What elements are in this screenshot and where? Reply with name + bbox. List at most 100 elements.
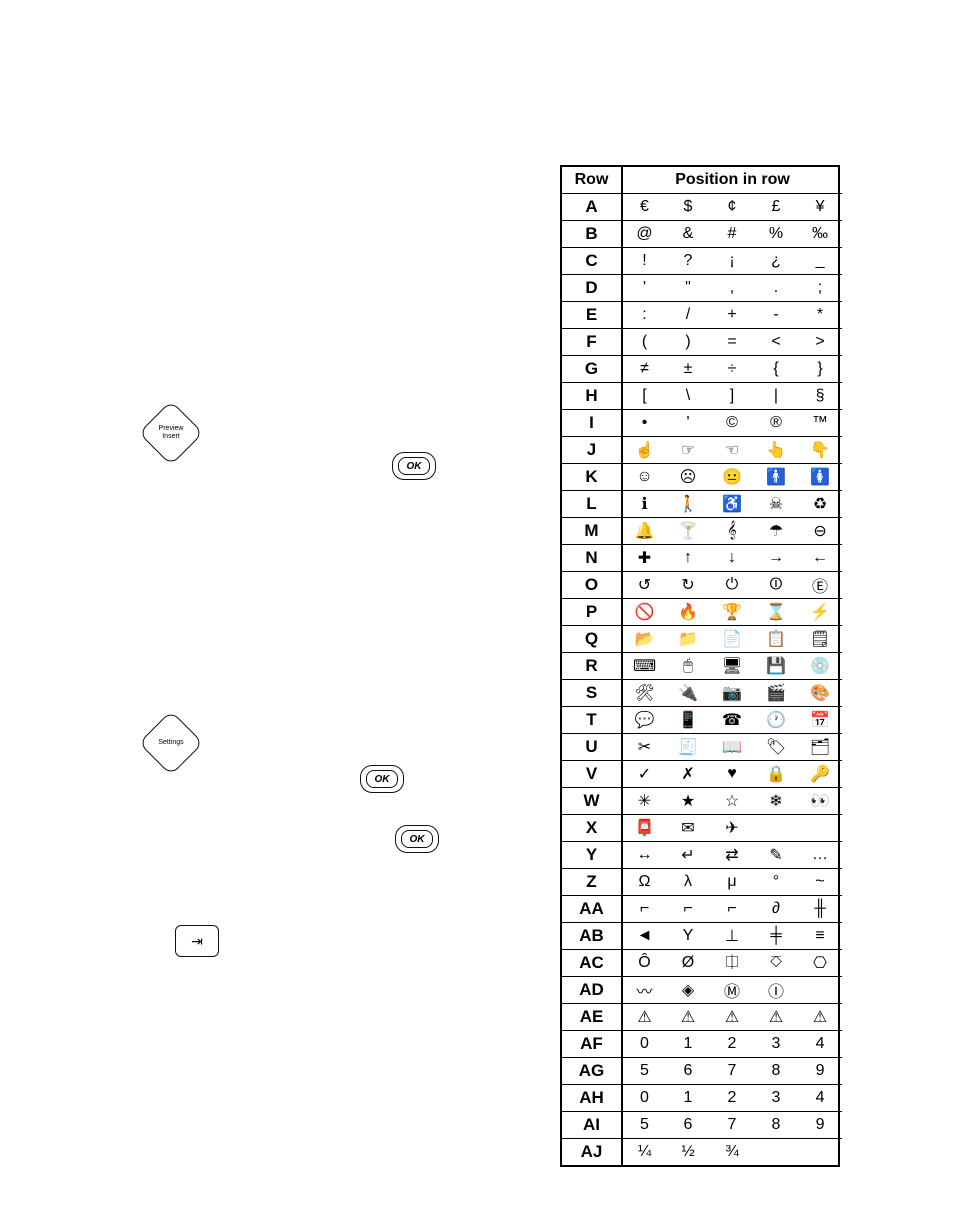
symbol-cell: 🗒	[798, 626, 842, 653]
symbol-cell: Y	[666, 923, 710, 950]
symbol-cell: ⌛	[754, 599, 798, 626]
symbol-cell: ↵	[666, 842, 710, 869]
symbol-cell: ¡	[710, 248, 754, 275]
row-label: M	[562, 518, 622, 545]
symbol-cell: °	[754, 869, 798, 896]
symbol-cell: 😐	[710, 464, 754, 491]
table-row: AA⌐⌐⌐∂╫	[562, 896, 842, 923]
ok-key-3[interactable]: OK	[395, 825, 439, 853]
ok-label-2: OK	[366, 770, 398, 788]
symbol-cell: <	[754, 329, 798, 356]
symbol-cell: ✈	[710, 815, 754, 842]
symbol-cell: =	[710, 329, 754, 356]
symbol-cell: .	[754, 275, 798, 302]
symbol-cell: ©	[710, 410, 754, 437]
symbol-cell: 🏆	[710, 599, 754, 626]
symbol-cell: 📂	[622, 626, 666, 653]
symbol-cell: 📮	[622, 815, 666, 842]
row-label: AJ	[562, 1139, 622, 1166]
symbol-cell: 8	[754, 1058, 798, 1085]
symbol-cell: ⎅	[710, 950, 754, 977]
symbol-cell: ☠	[754, 491, 798, 518]
symbol-cell: 2	[710, 1031, 754, 1058]
symbol-cell: 🚶	[666, 491, 710, 518]
symbol-cell: ¢	[710, 194, 754, 221]
symbol-cell	[798, 1139, 842, 1166]
table-row: N✚↑↓→←	[562, 545, 842, 572]
row-label: AI	[562, 1112, 622, 1139]
insert-label: Insert	[162, 433, 180, 441]
symbol-cell: ⊖	[798, 518, 842, 545]
symbol-cell: 🚹	[754, 464, 798, 491]
symbol-cell: )	[666, 329, 710, 356]
symbol-cell	[798, 815, 842, 842]
symbol-cell: ★	[666, 788, 710, 815]
symbol-cell: §	[798, 383, 842, 410]
symbol-cell: ☂	[754, 518, 798, 545]
row-label: O	[562, 572, 622, 599]
symbol-cell: :	[622, 302, 666, 329]
ok-key-1[interactable]: OK	[392, 452, 436, 480]
symbol-cell: 📱	[666, 707, 710, 734]
symbol-cell: ⌐	[710, 896, 754, 923]
row-label: W	[562, 788, 622, 815]
tab-key[interactable]: ⇥	[175, 925, 219, 957]
symbol-cell: %	[754, 221, 798, 248]
preview-label: Preview	[159, 425, 184, 433]
table-row: E:/+-*	[562, 302, 842, 329]
symbol-cell: ≡	[798, 923, 842, 950]
symbol-cell: ?	[666, 248, 710, 275]
symbol-cell: ✗	[666, 761, 710, 788]
ok-key-2[interactable]: OK	[360, 765, 404, 793]
symbol-cell: &	[666, 221, 710, 248]
symbol-cell: Ø	[666, 950, 710, 977]
row-label: Z	[562, 869, 622, 896]
symbol-cell: ☆	[710, 788, 754, 815]
settings-key[interactable]: Settings	[138, 710, 203, 775]
symbol-cell: ↺	[622, 572, 666, 599]
table-row: O↺↻⏻⏼Ⓔ	[562, 572, 842, 599]
symbol-cell: 7	[710, 1058, 754, 1085]
symbol-cell: …	[798, 842, 842, 869]
symbol-cell: 📋	[754, 626, 798, 653]
row-label: S	[562, 680, 622, 707]
symbol-cell: ☝	[622, 437, 666, 464]
symbol-cell: 8	[754, 1112, 798, 1139]
table-row: D'",.;	[562, 275, 842, 302]
symbol-cell: |	[754, 383, 798, 410]
symbol-cell: 0	[622, 1085, 666, 1112]
row-label: N	[562, 545, 622, 572]
table-row: AF01234	[562, 1031, 842, 1058]
symbol-cell: 👆	[754, 437, 798, 464]
table-row: AB◄Y⊥╪≡	[562, 923, 842, 950]
table-row: T💬📱☎🕐📅	[562, 707, 842, 734]
symbol-table: Row Position in row A€$¢£¥B@&#%‰C!?¡¿_D'…	[560, 165, 840, 1167]
symbol-cell: 🚫	[622, 599, 666, 626]
symbol-cell: 🛠	[622, 680, 666, 707]
symbol-cell: 6	[666, 1058, 710, 1085]
symbol-cell: *	[798, 302, 842, 329]
symbol-cell: Ⓜ	[710, 977, 754, 1004]
table-row: V✓✗♥🔒🔑	[562, 761, 842, 788]
symbol-cell: 6	[666, 1112, 710, 1139]
symbol-cell: 👇	[798, 437, 842, 464]
symbol-cell: €	[622, 194, 666, 221]
symbol-cell: /	[666, 302, 710, 329]
symbol-cell: #	[710, 221, 754, 248]
symbol-cell: £	[754, 194, 798, 221]
symbol-cell: 🍸	[666, 518, 710, 545]
symbol-cell: $	[666, 194, 710, 221]
table-row: G≠±÷{}	[562, 356, 842, 383]
row-label: A	[562, 194, 622, 221]
symbol-cell: ↓	[710, 545, 754, 572]
symbol-cell: 〰	[622, 977, 666, 1004]
symbol-cell: 9	[798, 1112, 842, 1139]
preview-insert-key[interactable]: Preview Insert	[138, 400, 203, 465]
symbol-cell: \	[666, 383, 710, 410]
row-label: R	[562, 653, 622, 680]
table-row: J☝☞☜👆👇	[562, 437, 842, 464]
table-row: X📮✉✈	[562, 815, 842, 842]
symbol-cell: ;	[798, 275, 842, 302]
table-row: Lℹ🚶♿☠♻	[562, 491, 842, 518]
symbol-cell	[798, 977, 842, 1004]
